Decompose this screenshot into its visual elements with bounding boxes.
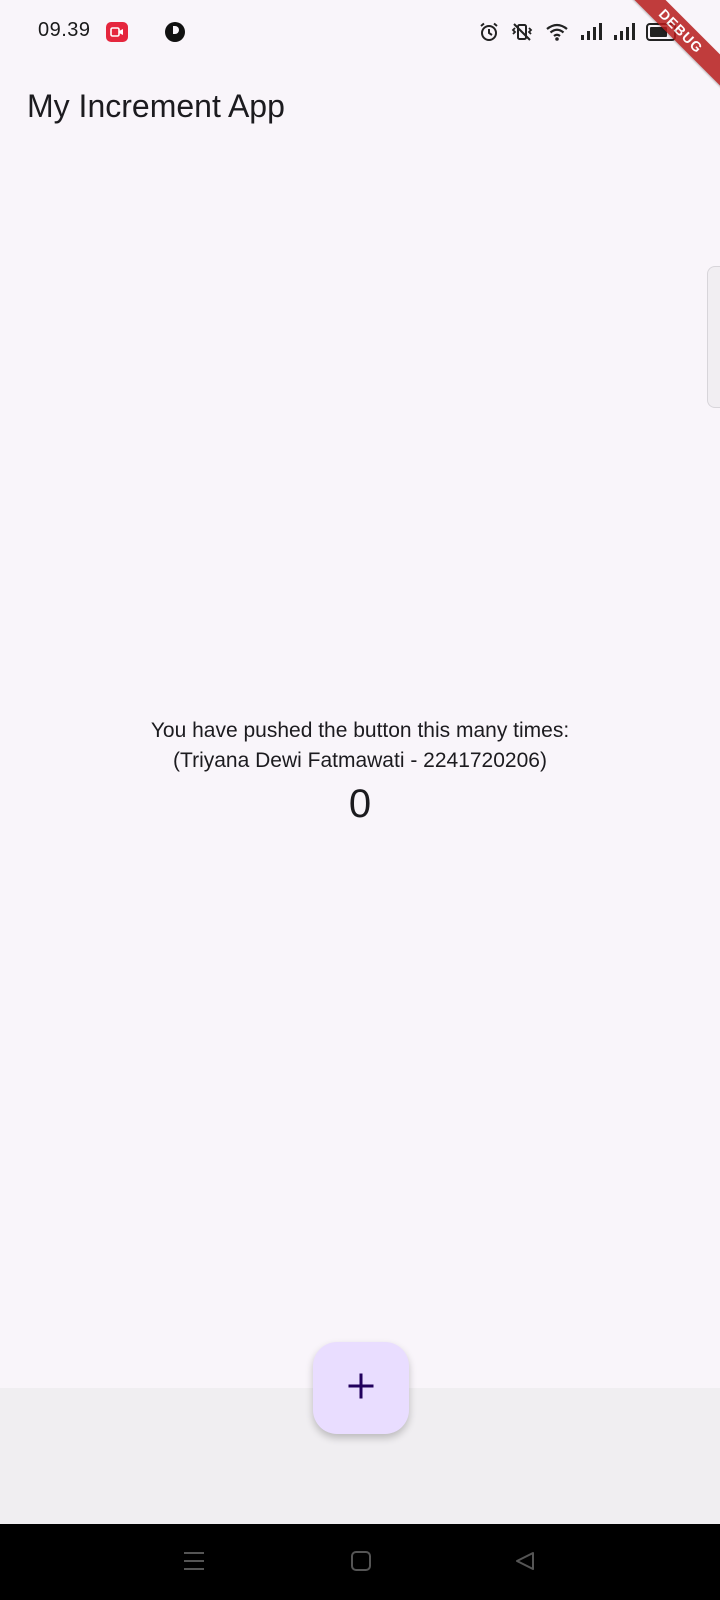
status-icons [479,19,676,45]
signal-icon [613,23,635,41]
status-bar: 09.39 [0,0,720,64]
app-bar-title: My Increment App [27,88,285,124]
edge-panel-handle[interactable] [707,266,720,408]
counter-value: 0 [348,782,372,826]
counter-section: You have pushed the button this many tim… [0,716,720,827]
alarm-icon [479,22,499,42]
wifi-icon [545,22,569,42]
signal-icon [580,23,602,41]
status-time: 09.39 [38,19,91,41]
back-icon[interactable] [514,1550,536,1577]
vibrate-icon [510,22,534,42]
counter-label-line1: You have pushed the button this many tim… [150,719,570,742]
increment-fab[interactable] [313,1342,409,1434]
navigation-bar [0,1524,720,1600]
screen-record-icon [106,22,128,42]
home-icon[interactable] [350,1550,372,1577]
counter-label-line2: (Triyana Dewi Fatmawati - 2241720206) [173,749,547,772]
app-notification-icon [165,22,185,42]
plus-icon [347,1372,375,1405]
menu-icon[interactable] [183,1550,205,1577]
